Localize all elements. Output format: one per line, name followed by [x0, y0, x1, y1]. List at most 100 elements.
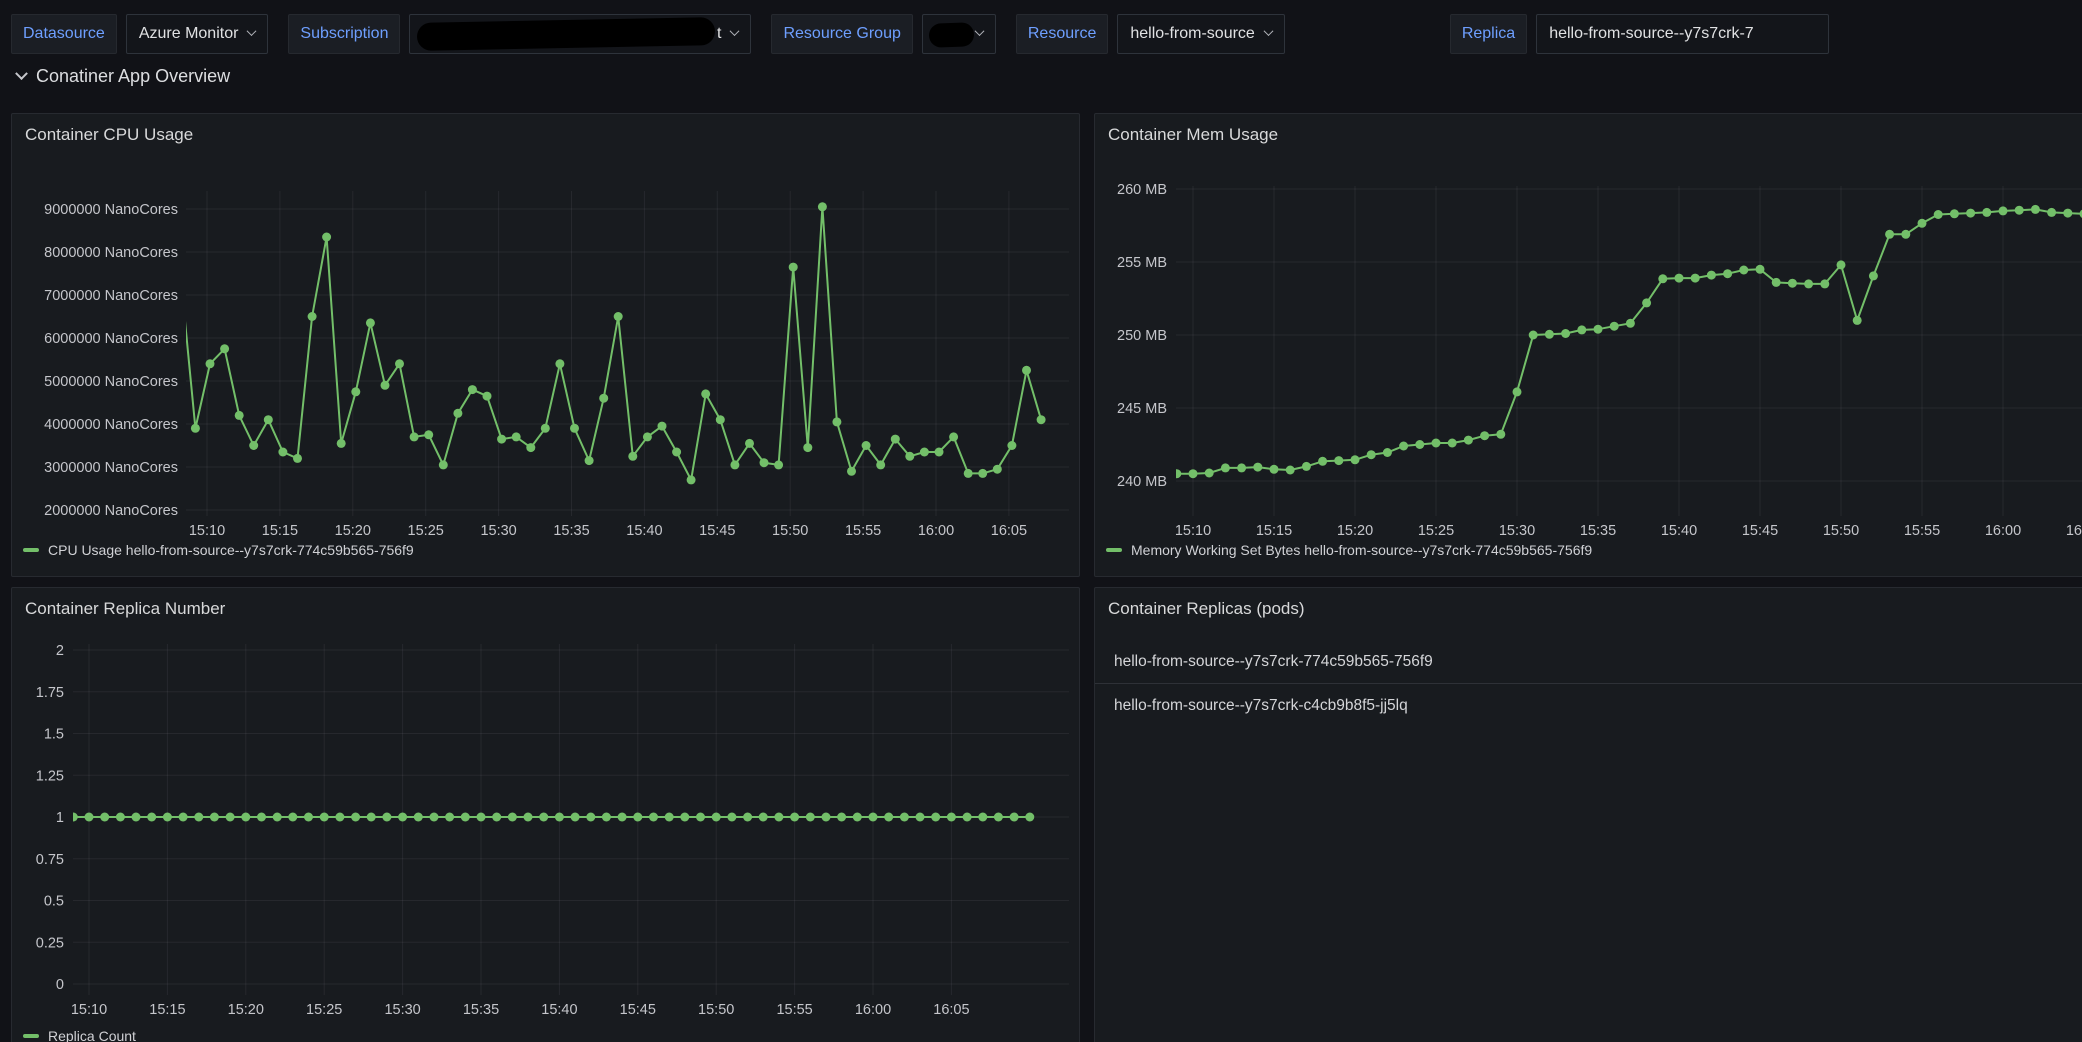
svg-text:15:20: 15:20	[228, 1002, 264, 1018]
svg-text:260 MB: 260 MB	[1117, 182, 1167, 198]
svg-text:4000000 NanoCores: 4000000 NanoCores	[44, 417, 178, 433]
time-series-chart[interactable]: 240 MB 245 MB 250 MB 255 MB 260 MB 15:10 15:15…	[1095, 114, 2082, 576]
svg-text:15:30: 15:30	[480, 523, 516, 539]
svg-text:240 MB: 240 MB	[1117, 474, 1167, 490]
legend-item[interactable]: Replica Count	[23, 1028, 136, 1042]
svg-text:15:40: 15:40	[1661, 523, 1697, 539]
svg-text:16:05: 16:05	[2066, 523, 2082, 539]
svg-text:8000000 NanoCores: 8000000 NanoCores	[44, 245, 178, 261]
chevron-down-icon	[15, 67, 28, 81]
svg-text:0.75: 0.75	[36, 852, 64, 868]
subscription-value-tail: t	[717, 25, 722, 42]
variable-resource: Resource hello-from-source	[1015, 14, 1285, 54]
svg-text:15:45: 15:45	[699, 523, 735, 539]
replica-input[interactable]	[1536, 14, 1830, 54]
svg-text:15:20: 15:20	[1337, 523, 1373, 539]
legend-series-marker	[1106, 548, 1122, 552]
svg-text:1.5: 1.5	[44, 727, 64, 743]
x-axis-labels: 15:10 15:15 15:20 15:25 15:30 15:35 15:40 15:45…	[189, 523, 1027, 539]
svg-text:255 MB: 255 MB	[1117, 255, 1167, 271]
series-cpu	[186, 202, 1046, 485]
svg-text:15:10: 15:10	[71, 1002, 107, 1018]
resource-group-picker[interactable]	[921, 14, 996, 54]
svg-text:15:40: 15:40	[626, 523, 662, 539]
svg-text:15:50: 15:50	[772, 523, 808, 539]
svg-text:15:10: 15:10	[1175, 523, 1211, 539]
time-series-chart[interactable]: 0 0.25 0.5 0.75 1 1.25 1.5 1.75 2 15:10 15:15 15:20…	[12, 588, 1079, 1042]
svg-text:15:20: 15:20	[335, 523, 371, 539]
svg-text:15:35: 15:35	[463, 1002, 499, 1018]
svg-text:6000000 NanoCores: 6000000 NanoCores	[44, 331, 178, 347]
redacted-value	[928, 22, 975, 48]
variable-label: Resource Group	[771, 14, 913, 54]
dashboard-variables-toolbar: Datasource Azure Monitor Subscription t …	[11, 14, 1849, 54]
x-axis-labels: 15:10 15:15 15:20 15:25 15:30 15:35 15:40 15:45…	[1175, 523, 2082, 539]
variable-label: Datasource	[11, 14, 117, 54]
time-series-chart[interactable]: 2000000 NanoCores 3000000 NanoCores 400000…	[12, 114, 1079, 576]
svg-text:2000000 NanoCores: 2000000 NanoCores	[44, 503, 178, 519]
datasource-value: Azure Monitor	[138, 25, 239, 42]
svg-text:15:50: 15:50	[698, 1002, 734, 1018]
svg-text:16:00: 16:00	[918, 523, 954, 539]
legend-series-marker	[23, 1034, 39, 1038]
svg-text:1.25: 1.25	[36, 768, 64, 784]
svg-text:15:30: 15:30	[384, 1002, 420, 1018]
redacted-value	[417, 17, 716, 51]
y-axis-labels: 240 MB 245 MB 250 MB 255 MB 260 MB	[1117, 182, 1167, 490]
svg-text:15:10: 15:10	[189, 523, 225, 539]
row-title: Conatiner App Overview	[36, 66, 231, 86]
svg-text:245 MB: 245 MB	[1117, 401, 1167, 417]
panel-container-replicas-pods: Container Replicas (pods) hello-from-sou…	[1094, 587, 2082, 1042]
table-row: hello-from-source--y7s7crk-774c59b565-75…	[1095, 640, 2082, 684]
svg-text:15:25: 15:25	[1418, 523, 1454, 539]
variable-subscription: Subscription t	[288, 14, 752, 54]
svg-text:16:05: 16:05	[933, 1002, 969, 1018]
svg-text:3000000 NanoCores: 3000000 NanoCores	[44, 460, 178, 476]
panel-title[interactable]: Container Replicas (pods)	[1108, 599, 1305, 619]
row-header[interactable]: Conatiner App Overview	[15, 66, 231, 87]
panel-container-cpu-usage: Container CPU Usage 2000000 NanoCores 300…	[11, 113, 1080, 577]
svg-text:9000000 NanoCores: 9000000 NanoCores	[44, 202, 178, 218]
chart-gridlines	[1176, 186, 2082, 516]
x-axis-labels: 15:10 15:15 15:20 15:25 15:30 15:35 15:40 15:45…	[71, 1002, 970, 1018]
y-axis-labels: 0 0.25 0.5 0.75 1 1.25 1.5 1.75 2	[36, 643, 64, 993]
chevron-down-icon	[974, 25, 985, 36]
svg-text:15:45: 15:45	[620, 1002, 656, 1018]
pods-table: hello-from-source--y7s7crk-774c59b565-75…	[1095, 640, 2082, 728]
svg-text:16:00: 16:00	[1985, 523, 2021, 539]
svg-text:2: 2	[56, 643, 64, 659]
chevron-down-icon	[1263, 25, 1274, 36]
legend-label: Memory Working Set Bytes hello-from-sour…	[1131, 542, 1593, 558]
svg-text:15:55: 15:55	[845, 523, 881, 539]
variable-label: Replica	[1449, 14, 1528, 54]
legend-item[interactable]: Memory Working Set Bytes hello-from-sour…	[1106, 542, 1592, 558]
grafana-dashboard: Datasource Azure Monitor Subscription t …	[0, 0, 2082, 1042]
svg-text:0.25: 0.25	[36, 935, 64, 951]
table-row: hello-from-source--y7s7crk-c4cb9b8f5-jj5…	[1114, 697, 1408, 714]
svg-text:1.75: 1.75	[36, 685, 64, 701]
svg-text:15:15: 15:15	[262, 523, 298, 539]
chevron-down-icon	[246, 25, 257, 36]
svg-text:15:35: 15:35	[553, 523, 589, 539]
svg-text:16:05: 16:05	[991, 523, 1027, 539]
svg-text:15:45: 15:45	[1742, 523, 1778, 539]
variable-label: Resource	[1015, 14, 1109, 54]
subscription-picker[interactable]: t	[409, 14, 752, 54]
svg-text:15:15: 15:15	[149, 1002, 185, 1018]
legend-item[interactable]: CPU Usage hello-from-source--y7s7crk-774…	[23, 542, 414, 558]
resource-picker[interactable]: hello-from-source	[1117, 14, 1285, 54]
variable-resource-group: Resource Group	[771, 14, 996, 54]
svg-text:0: 0	[56, 977, 64, 993]
legend-label: CPU Usage hello-from-source--y7s7crk-774…	[48, 542, 414, 558]
svg-text:7000000 NanoCores: 7000000 NanoCores	[44, 288, 178, 304]
legend-series-marker	[23, 548, 39, 552]
panel-container-mem-usage: Container Mem Usage 240 MB 245 MB 250 MB 25…	[1094, 113, 2082, 577]
panel-container-replica-number: Container Replica Number 0 0.25 0.5 0.75 1 1.…	[11, 587, 1080, 1042]
variable-label: Subscription	[288, 14, 401, 54]
svg-text:15:55: 15:55	[776, 1002, 812, 1018]
series-mem	[1176, 204, 2082, 479]
chevron-down-icon	[730, 25, 740, 36]
datasource-picker[interactable]: Azure Monitor	[125, 14, 269, 54]
svg-text:15:50: 15:50	[1823, 523, 1859, 539]
svg-text:5000000 NanoCores: 5000000 NanoCores	[44, 374, 178, 390]
